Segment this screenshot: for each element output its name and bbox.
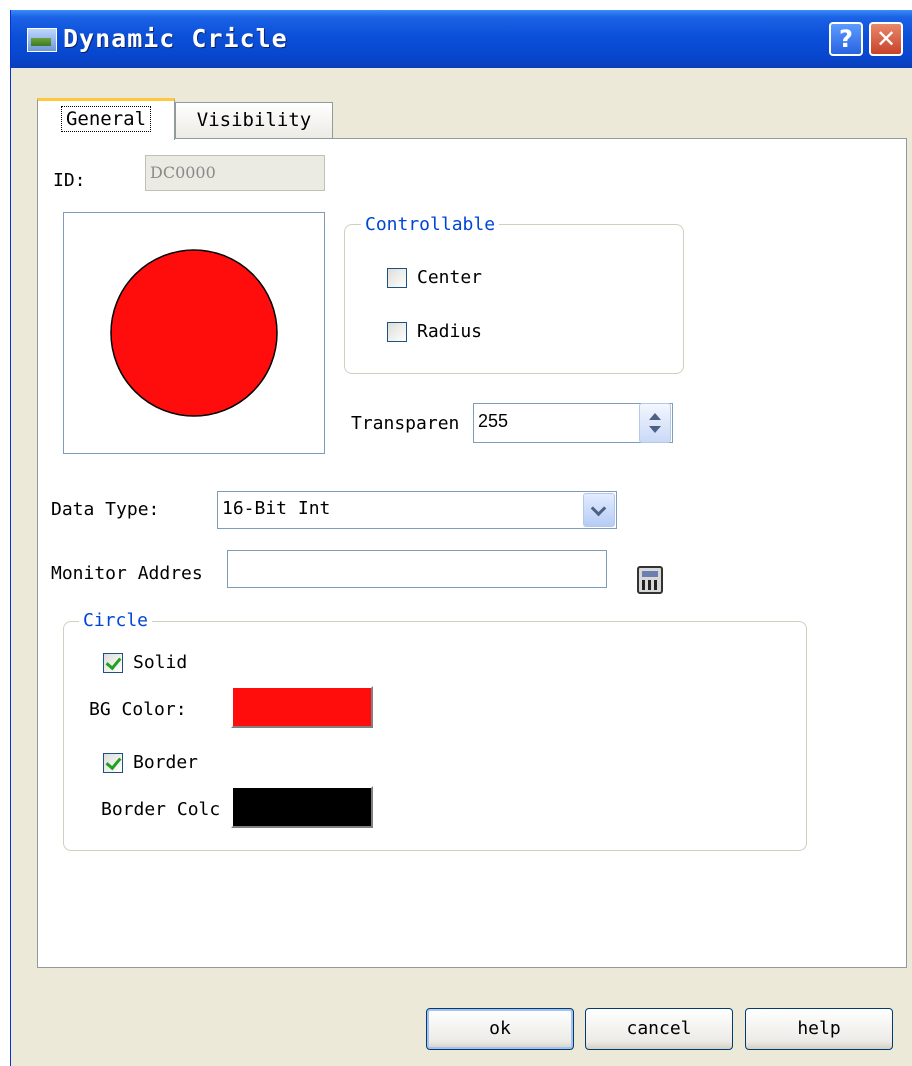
tab-general[interactable]: General (37, 98, 175, 140)
help-title-button[interactable]: ? (829, 22, 863, 56)
border-label: Border (133, 752, 199, 773)
help-button[interactable]: help (745, 1008, 893, 1050)
bg-color-label: BG Color: (89, 699, 187, 720)
radius-checkbox[interactable] (387, 322, 407, 342)
data-type-label: Data Type: (51, 499, 160, 520)
preview-circle-shape (110, 249, 278, 417)
solid-label: Solid (133, 652, 188, 673)
center-label: Center (417, 267, 483, 288)
circle-group-title: Circle (79, 610, 153, 631)
monitor-address-label: Monitor Addres (51, 563, 203, 584)
transparency-label: Transparen (351, 413, 460, 434)
monitor-address-input[interactable] (227, 550, 607, 588)
controllable-group-title: Controllable (361, 214, 500, 235)
ok-button[interactable]: ok (426, 1008, 574, 1050)
border-checkbox[interactable] (103, 753, 123, 773)
window-icon (27, 28, 57, 52)
controllable-group (344, 224, 684, 374)
bg-color-swatch[interactable] (231, 686, 373, 728)
spin-down-icon[interactable] (649, 426, 661, 433)
dialog-window: Dynamic Cricle ? ✕ General Visibility ID… (10, 10, 912, 1066)
center-checkbox[interactable] (387, 268, 407, 288)
chevron-down-icon[interactable] (583, 493, 615, 527)
radius-label: Radius (417, 321, 483, 342)
border-color-label: Border Colc (101, 799, 221, 820)
id-field: DC0000 (145, 155, 325, 191)
spin-up-icon[interactable] (649, 413, 661, 420)
close-button[interactable]: ✕ (869, 22, 903, 56)
tab-visibility[interactable]: Visibility (175, 102, 333, 138)
window-title: Dynamic Cricle (63, 24, 288, 53)
data-type-select[interactable]: 16-Bit Int (217, 491, 617, 529)
circle-preview (63, 212, 325, 454)
solid-checkbox[interactable] (103, 653, 123, 673)
calculator-icon[interactable] (637, 566, 663, 594)
transparency-spinner[interactable] (639, 403, 671, 443)
tab-general-label: General (60, 106, 152, 132)
id-label: ID: (53, 170, 86, 191)
border-color-swatch[interactable] (231, 786, 373, 828)
cancel-button[interactable]: cancel (585, 1008, 733, 1050)
preview-svg (110, 249, 278, 417)
title-bar[interactable]: Dynamic Cricle ? ✕ (11, 10, 912, 68)
